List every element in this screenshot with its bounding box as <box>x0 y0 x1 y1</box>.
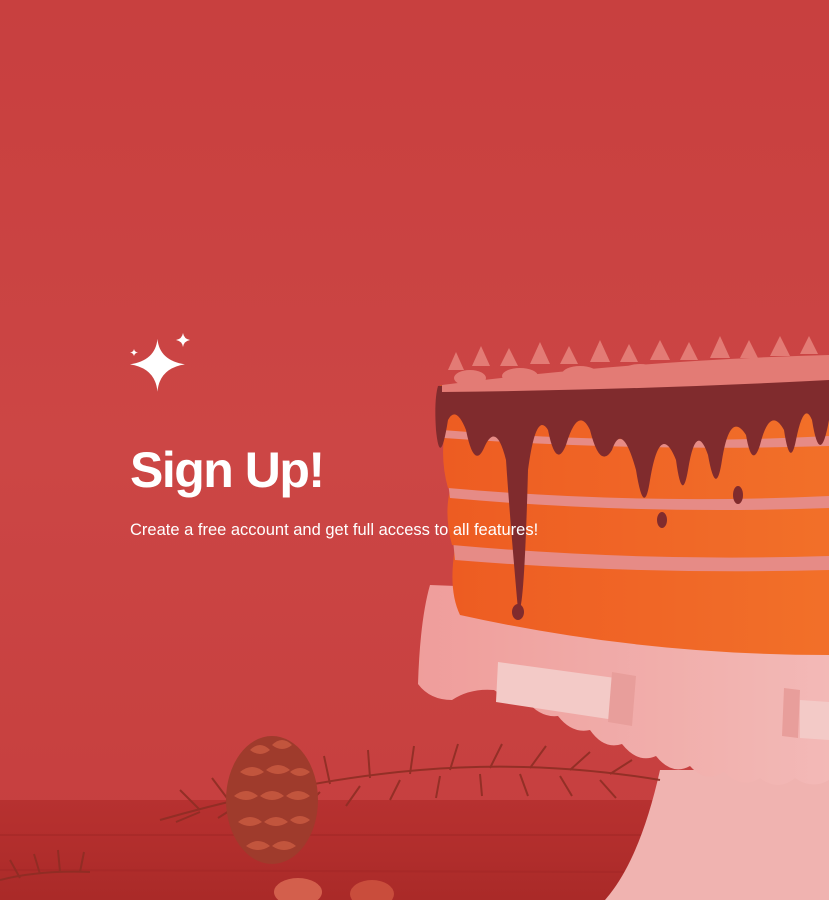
page-subtitle: Create a free account and get full acces… <box>130 521 539 539</box>
signup-content: Sign Up! Create a free account and get f… <box>130 333 690 541</box>
page-title: Sign Up! <box>130 442 325 498</box>
sparkle-icon <box>130 333 190 392</box>
pine-cone <box>226 736 318 864</box>
signup-hero: Sign Up! Create a free account and get f… <box>0 0 829 900</box>
